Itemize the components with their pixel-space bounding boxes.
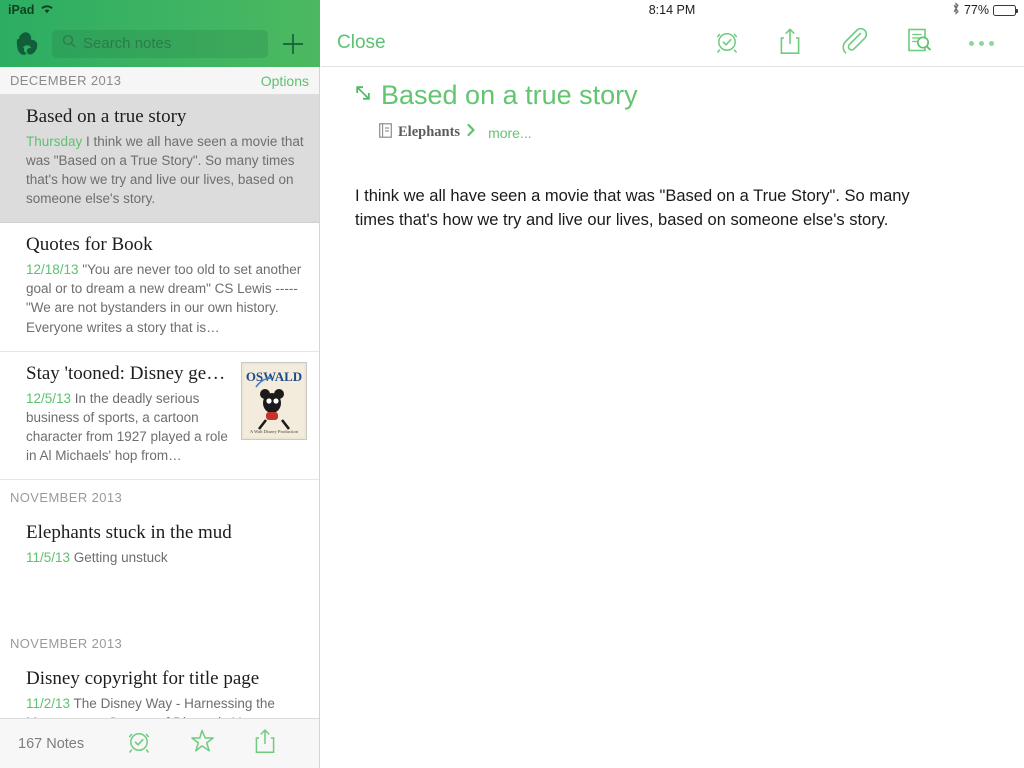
note-list-item[interactable]: Quotes for Book 12/18/13 "You are never t…	[0, 223, 319, 352]
share-icon[interactable]	[777, 26, 803, 61]
search-icon	[62, 34, 76, 53]
search-input[interactable]: Search notes	[52, 29, 268, 58]
battery-percent: 77%	[963, 3, 989, 17]
svg-text:A Walt Disney Production: A Walt Disney Production	[250, 429, 299, 434]
note-list-item-date: 12/18/13	[26, 262, 79, 278]
note-list-item[interactable]: Elephants stuck in the mud 11/5/13 Gettin…	[0, 511, 319, 582]
svg-text:OSWALD: OSWALD	[246, 369, 302, 384]
footer-icon-group	[108, 727, 319, 760]
toolbar-icon-group	[713, 26, 1006, 61]
status-bar-right: 8:14 PM 77%	[320, 0, 1024, 20]
note-list-item-snippet: Thursday I think we all have seen a movi…	[26, 133, 304, 207]
current-month-label: DECEMBER 2013	[10, 73, 122, 88]
note-list-item[interactable]: Disney copyright for title page 11/2/13 T…	[0, 657, 319, 718]
note-list-scroll[interactable]: Based on a true story Thursday I think we…	[0, 95, 319, 718]
notebook-icon	[379, 122, 392, 143]
attachment-paperclip-icon[interactable]	[839, 26, 869, 61]
bluetooth-icon	[952, 2, 960, 18]
note-list-item-title: Disney copyright for title page	[26, 668, 260, 690]
note-list-item-snippet: 12/18/13 "You are never too old to set a…	[26, 262, 302, 335]
status-indicators: 77%	[952, 2, 1018, 18]
notebook-breadcrumb: Elephants more...	[353, 111, 992, 143]
note-list-item-date: 11/5/13	[26, 549, 71, 565]
note-list-item-content: Based on a true story Thursday I think we…	[26, 105, 307, 208]
clock: 8:14 PM	[648, 3, 696, 17]
note-list-item[interactable]: Stay 'tooned: Disney ge… 12/5/13 In the d…	[0, 351, 319, 481]
app-nav-bar: Search notes	[0, 20, 320, 67]
note-detail-toolbar: Close	[321, 20, 1024, 67]
note-list-item-snippet: 11/2/13 The Disney Way - Harnessing the …	[26, 695, 275, 718]
note-count-label: 167 Notes	[18, 735, 85, 752]
overflow-menu-icon[interactable]	[969, 40, 994, 46]
note-list-item-title: Elephants stuck in the mud	[26, 522, 232, 544]
note-list-item-date: Thursday	[26, 133, 83, 149]
search-placeholder: Search notes	[83, 35, 172, 52]
note-list-item-title: Quotes for Book	[26, 234, 153, 256]
note-title[interactable]: Based on a true story	[381, 80, 638, 111]
note-list-item-title: Stay 'tooned: Disney ge…	[26, 362, 226, 384]
notebook-name[interactable]: Elephants	[398, 124, 460, 141]
expand-diagonal-arrow-icon[interactable]	[353, 83, 373, 108]
options-button[interactable]: Options	[261, 73, 309, 89]
note-list-item-content: Disney copyright for title page 11/2/13 T…	[26, 667, 307, 718]
note-list-header: DECEMBER 2013 Options	[0, 67, 319, 95]
note-list-item-date: 11/2/13	[26, 695, 71, 711]
document-search-icon[interactable]	[905, 26, 933, 61]
close-button[interactable]: Close	[337, 32, 386, 54]
note-list-sidebar: DECEMBER 2013 Options Based on a true st…	[0, 67, 320, 768]
note-list-item-title: Based on a true story	[26, 106, 187, 127]
wifi-icon	[40, 3, 54, 17]
oswald-cartoon-poster-thumbnail: OSWALD A Walt Disney Production	[241, 361, 307, 440]
note-title-row: Based on a true story	[353, 80, 992, 111]
note-detail-pane: Close Based on a true story Elephants mo…	[321, 20, 1024, 768]
note-list-item-snippet: 11/5/13 Getting unstuck	[26, 549, 168, 565]
chevron-right-icon[interactable]	[466, 123, 476, 142]
note-list-item-content: Stay 'tooned: Disney ge… 12/5/13 In the d…	[26, 362, 231, 465]
note-list-section-header: NOVEMBER 2013	[0, 626, 319, 658]
share-icon[interactable]	[252, 727, 278, 760]
note-list-item[interactable]: Based on a true story Thursday I think we…	[0, 95, 319, 224]
note-body-text[interactable]: I think we all have seen a movie that wa…	[321, 143, 981, 233]
evernote-elephant-logo[interactable]	[12, 29, 40, 59]
battery-icon	[993, 4, 1018, 16]
ipad-screen: iPad 8:14 PM 77% Search notes DECEMBER 2…	[0, 0, 1024, 768]
note-list-item-content: Elephants stuck in the mud 11/5/13 Gettin…	[26, 521, 307, 567]
reminder-alarm-icon[interactable]	[713, 27, 741, 60]
note-header: Based on a true story Elephants more...	[321, 67, 1024, 143]
status-bar-left: iPad	[0, 0, 320, 20]
more-link[interactable]: more...	[488, 125, 532, 141]
device-label: iPad	[8, 3, 35, 17]
note-list-item-date: 12/5/13	[26, 390, 72, 406]
note-list-footer: 167 Notes	[0, 718, 319, 768]
note-list-section-header: NOVEMBER 2013	[0, 480, 319, 512]
note-list-item-snippet: 12/5/13 In the deadly serious business o…	[26, 390, 228, 463]
reminder-alarm-icon[interactable]	[125, 727, 153, 760]
status-bar: iPad 8:14 PM 77%	[0, 0, 1024, 20]
new-note-button[interactable]	[278, 29, 308, 59]
star-icon[interactable]	[187, 727, 217, 760]
note-list-item-content: Quotes for Book 12/18/13 "You are never t…	[26, 233, 307, 336]
